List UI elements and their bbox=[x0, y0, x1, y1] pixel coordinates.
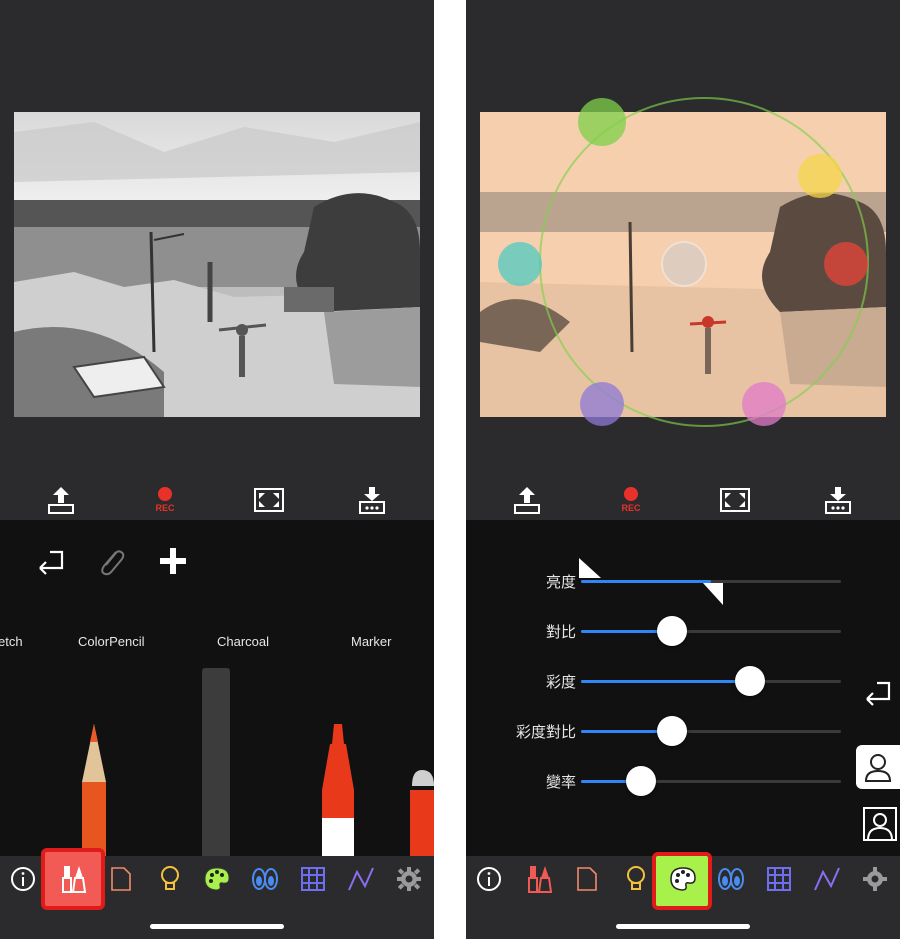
brush-icon[interactable] bbox=[58, 864, 88, 894]
slider-knob[interactable] bbox=[657, 716, 687, 746]
marker-brush[interactable] bbox=[318, 720, 358, 856]
slider-track[interactable] bbox=[581, 666, 841, 696]
eyes-icon[interactable] bbox=[250, 864, 280, 894]
slider-fill bbox=[581, 580, 711, 583]
brush-panel bbox=[0, 520, 434, 856]
fullscreen-icon[interactable] bbox=[715, 480, 755, 520]
slider-track[interactable] bbox=[581, 766, 841, 796]
lightbulb-icon[interactable] bbox=[621, 864, 651, 894]
color-wheel-handles bbox=[498, 98, 868, 426]
palette-icon[interactable] bbox=[668, 864, 698, 894]
brush-label-sketch[interactable]: etch bbox=[0, 634, 23, 649]
media-toolbar: REC bbox=[466, 480, 900, 520]
curve-icon[interactable] bbox=[812, 864, 842, 894]
paper-icon[interactable] bbox=[572, 864, 602, 894]
handle-green[interactable] bbox=[578, 98, 626, 146]
handle-center[interactable] bbox=[661, 241, 707, 287]
slider-track[interactable] bbox=[581, 616, 841, 646]
brush-icon[interactable] bbox=[524, 864, 554, 894]
lightbulb-icon[interactable] bbox=[155, 864, 185, 894]
slider-fill bbox=[581, 680, 750, 683]
colorpencil-brush[interactable] bbox=[76, 720, 112, 856]
portrait-dark-icon[interactable] bbox=[860, 804, 900, 844]
slider-knob[interactable] bbox=[735, 666, 765, 696]
download-icon[interactable] bbox=[352, 480, 392, 520]
rec-label: REC bbox=[621, 503, 641, 513]
bottom-tab-icons bbox=[466, 856, 900, 906]
paperclip-icon[interactable] bbox=[94, 544, 128, 578]
spray-brush[interactable] bbox=[408, 768, 434, 856]
grid-icon[interactable] bbox=[298, 864, 328, 894]
undo-icon[interactable] bbox=[34, 544, 68, 578]
brush-label-marker[interactable]: Marker bbox=[351, 634, 391, 649]
gear-icon[interactable] bbox=[860, 864, 890, 894]
paper-icon[interactable] bbox=[106, 864, 136, 894]
slider-knob[interactable] bbox=[657, 616, 687, 646]
slider-label: 變率 bbox=[545, 774, 576, 791]
media-toolbar: REC bbox=[0, 480, 434, 520]
slider-track[interactable] bbox=[579, 558, 841, 605]
record-button[interactable]: REC bbox=[145, 480, 185, 520]
color-wheel-overlay bbox=[498, 97, 869, 427]
fullscreen-icon[interactable] bbox=[249, 480, 289, 520]
plus-icon[interactable] bbox=[156, 544, 190, 578]
left-screen: REC etch ColorPencil Charcoal Marker bbox=[0, 0, 434, 939]
download-icon[interactable] bbox=[818, 480, 858, 520]
handle-purple[interactable] bbox=[580, 382, 624, 426]
bottom-tab-icons bbox=[0, 856, 434, 906]
slider-min-handle[interactable] bbox=[579, 558, 601, 578]
slider-max-handle[interactable] bbox=[703, 583, 723, 605]
curve-icon[interactable] bbox=[346, 864, 376, 894]
slider-label: 彩度對比 bbox=[515, 724, 576, 741]
slider-track[interactable] bbox=[581, 716, 841, 746]
handle-pink[interactable] bbox=[742, 382, 786, 426]
handle-teal[interactable] bbox=[498, 242, 542, 286]
info-icon[interactable] bbox=[8, 864, 38, 894]
home-indicator bbox=[616, 924, 750, 929]
record-dot-icon bbox=[623, 487, 638, 501]
slider-label: 彩度 bbox=[545, 674, 576, 691]
home-indicator bbox=[150, 924, 284, 929]
slider-knob[interactable] bbox=[625, 766, 656, 796]
share-icon[interactable] bbox=[41, 480, 81, 520]
record-button[interactable]: REC bbox=[611, 480, 651, 520]
undo-icon[interactable] bbox=[856, 672, 900, 712]
brush-label-colorpencil[interactable]: ColorPencil bbox=[78, 634, 144, 649]
share-icon[interactable] bbox=[507, 480, 547, 520]
rec-label: REC bbox=[155, 503, 175, 513]
charcoal-brush[interactable] bbox=[202, 668, 230, 856]
grid-icon[interactable] bbox=[764, 864, 794, 894]
info-icon[interactable] bbox=[474, 864, 504, 894]
brush-label-charcoal[interactable]: Charcoal bbox=[217, 634, 269, 649]
slider-label: 亮度 bbox=[545, 574, 576, 591]
handle-red[interactable] bbox=[824, 242, 868, 286]
record-dot-icon bbox=[157, 487, 172, 501]
portrait-light-icon[interactable] bbox=[856, 745, 900, 789]
palette-icon[interactable] bbox=[202, 864, 232, 894]
sketch-photo-grayscale bbox=[14, 112, 420, 417]
eyes-icon[interactable] bbox=[716, 864, 746, 894]
slider-label: 對比 bbox=[545, 624, 576, 641]
adjustment-panel: 亮度對比彩度彩度對比變率 bbox=[466, 520, 900, 856]
handle-yellow[interactable] bbox=[798, 154, 842, 198]
gear-icon[interactable] bbox=[394, 864, 424, 894]
right-screen: REC 亮度對比彩度彩度對比變率 bbox=[466, 0, 900, 939]
